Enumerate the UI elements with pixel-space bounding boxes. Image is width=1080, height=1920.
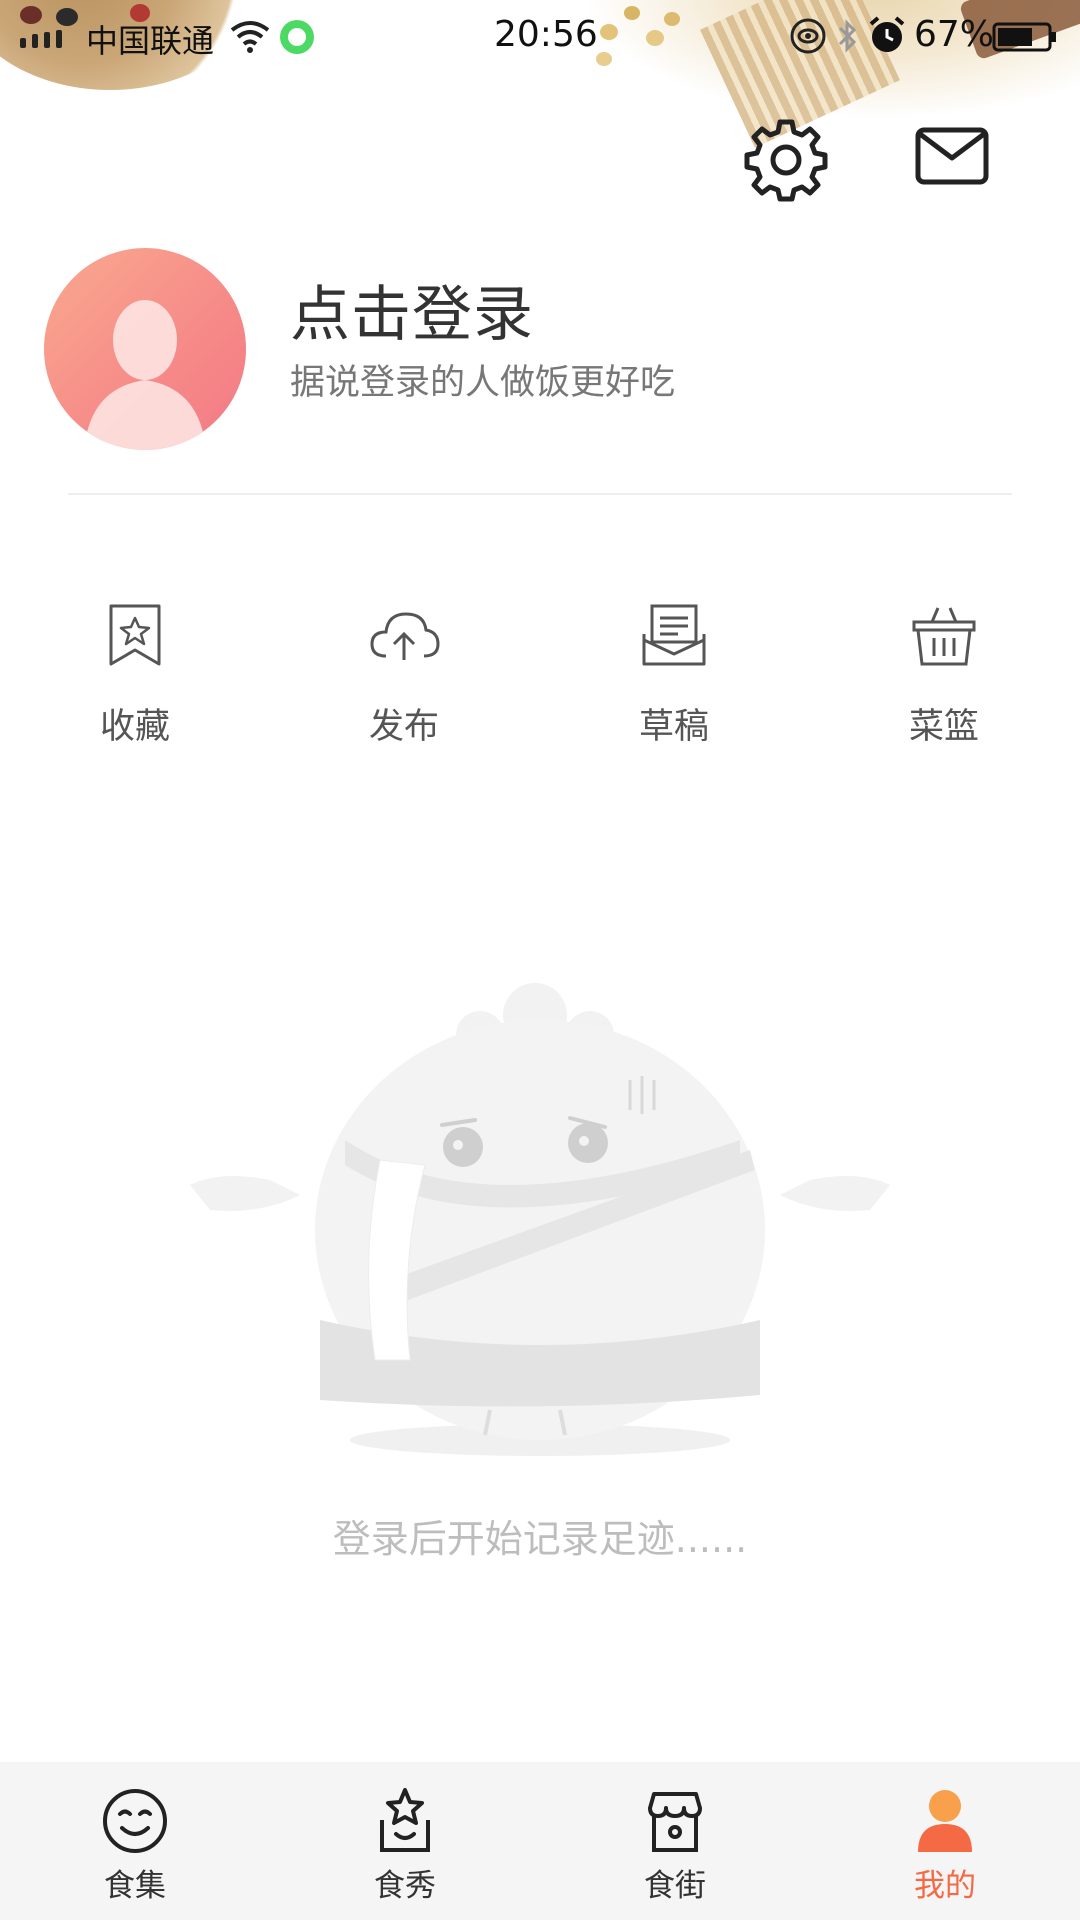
basket-label: 菜篮: [908, 707, 979, 747]
bean-decoration: [20, 6, 42, 24]
default-avatar-icon: [84, 300, 206, 450]
star-bag-icon: [380, 1788, 430, 1852]
favorites-button[interactable]: 收藏: [35, 600, 235, 750]
gear-icon[interactable]: [744, 118, 828, 202]
tab-food-collection[interactable]: 食集: [0, 1762, 270, 1920]
dumpling-mascot-icon: [190, 983, 890, 1456]
drafts-label: 草稿: [638, 707, 709, 747]
basket-button[interactable]: 菜篮: [844, 600, 1044, 750]
eye-icon: [790, 18, 826, 54]
clock: 20:56: [494, 14, 598, 55]
wifi-icon: [230, 21, 270, 53]
tab-food-show[interactable]: 食秀: [270, 1762, 540, 1920]
status-bar: 中国联通 20:56 67%: [0, 0, 1080, 148]
bluetooth-icon: [838, 19, 857, 53]
divider: [68, 493, 1012, 495]
bean-decoration: [646, 30, 664, 46]
bottom-nav: 食集 食秀 食街 我的: [0, 1762, 1080, 1920]
tab-mine-label: 我的: [914, 1868, 976, 1904]
carrier-name: 中国联通: [86, 22, 215, 60]
basket-icon: [912, 607, 976, 666]
wechat-icon: [280, 20, 314, 54]
bookmark-star-icon: [109, 604, 161, 666]
bean-decoration: [56, 8, 78, 26]
bean-decoration: [596, 52, 612, 66]
cloud-upload-icon: [370, 612, 440, 660]
smiley-icon: [103, 1789, 167, 1853]
bean-decoration: [664, 12, 680, 26]
favorites-label: 收藏: [99, 707, 170, 747]
signal-icon: [20, 30, 62, 48]
draft-envelope-icon: [642, 604, 706, 666]
mail-icon[interactable]: [914, 124, 990, 188]
empty-state-text: 登录后开始记录足迹......: [332, 1517, 748, 1561]
shop-icon: [648, 1792, 702, 1852]
user-icon: [918, 1790, 972, 1852]
login-subtitle: 据说登录的人做饭更好吃: [290, 363, 676, 403]
tab-food-street[interactable]: 食街: [540, 1762, 810, 1920]
alarm-icon: [869, 16, 905, 52]
bean-decoration: [600, 24, 618, 40]
publish-button[interactable]: 发布: [304, 600, 504, 750]
login-title[interactable]: 点击登录: [290, 266, 534, 353]
publish-label: 发布: [368, 707, 439, 747]
tab-food-street-label: 食街: [644, 1868, 706, 1904]
tab-food-collection-label: 食集: [104, 1868, 166, 1904]
avatar[interactable]: [44, 248, 246, 450]
battery-percent: 67%: [914, 14, 995, 55]
bean-decoration: [624, 6, 640, 20]
tab-food-show-label: 食秀: [374, 1868, 436, 1904]
tab-mine[interactable]: 我的: [810, 1762, 1080, 1920]
battery-icon: [992, 22, 1056, 52]
drafts-button[interactable]: 草稿: [574, 600, 774, 750]
